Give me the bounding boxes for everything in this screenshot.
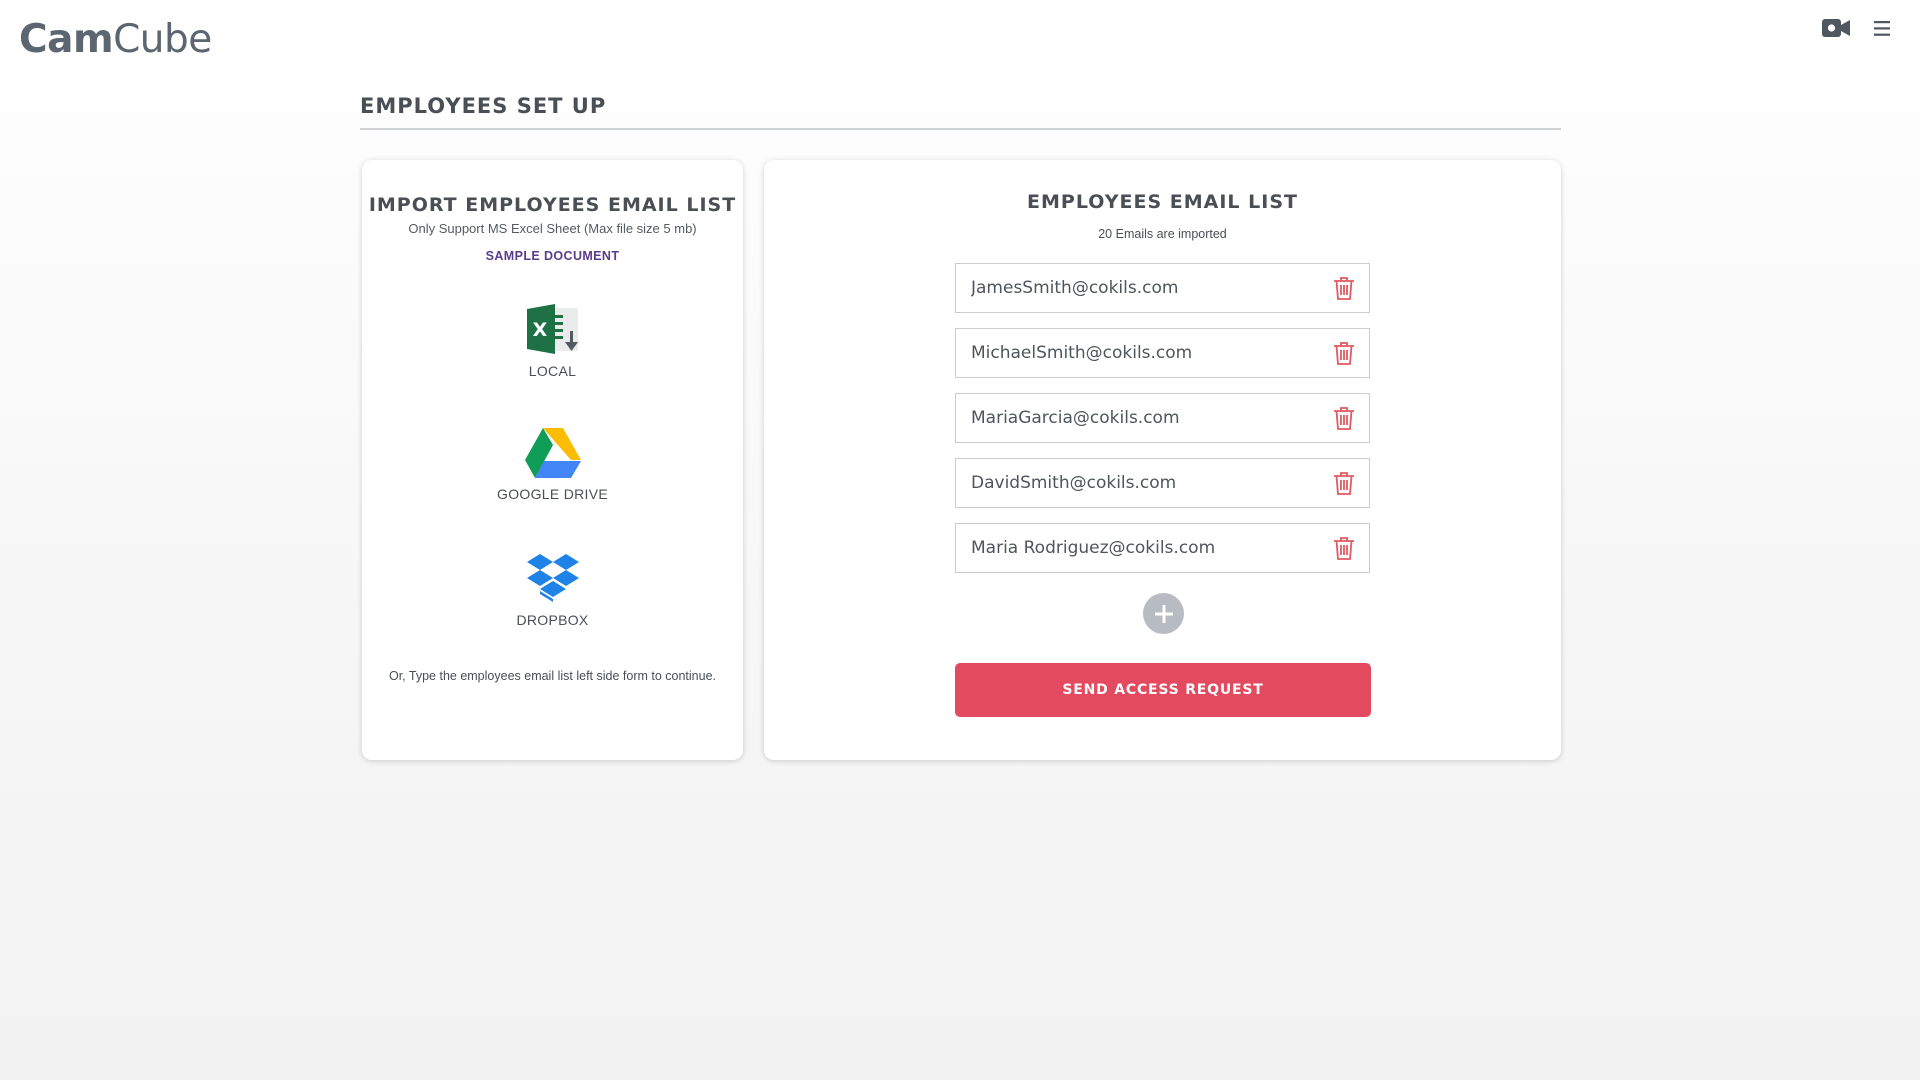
email-count-label: 20 Emails are imported [1098, 227, 1227, 241]
hamburger-menu-icon[interactable] [1874, 20, 1890, 36]
top-bar: CamCube [0, 0, 1920, 90]
google-drive-icon [524, 428, 581, 478]
email-row [955, 523, 1370, 573]
trash-icon[interactable] [1333, 406, 1355, 435]
trash-icon[interactable] [1333, 341, 1355, 370]
import-panel: IMPORT EMPLOYEES EMAIL LIST Only Support… [362, 160, 743, 760]
import-source-dropbox[interactable]: DROPBOX [362, 552, 743, 628]
email-row [955, 328, 1370, 378]
import-source-label: DROPBOX [516, 612, 589, 628]
add-email-button[interactable] [1143, 593, 1184, 634]
email-input[interactable] [956, 459, 1316, 507]
email-input[interactable] [956, 264, 1316, 312]
sample-document-link[interactable]: SAMPLE DOCUMENT [362, 249, 743, 263]
email-list-title: EMPLOYEES EMAIL LIST [1027, 191, 1298, 213]
title-divider [360, 128, 1561, 130]
plus-icon [1154, 604, 1173, 623]
email-list [955, 263, 1370, 588]
top-actions [1822, 18, 1890, 38]
logo-light-text: Cube [113, 17, 212, 62]
email-row [955, 393, 1370, 443]
trash-icon[interactable] [1333, 536, 1355, 565]
import-panel-footer: Or, Type the employees email list left s… [388, 669, 716, 683]
trash-icon[interactable] [1333, 471, 1355, 500]
import-panel-title: IMPORT EMPLOYEES EMAIL LIST [368, 194, 737, 216]
email-row [955, 263, 1370, 313]
send-access-request-button[interactable]: SEND ACCESS REQUEST [955, 663, 1371, 717]
email-row [955, 458, 1370, 508]
import-source-label: GOOGLE DRIVE [497, 486, 608, 502]
svg-text:X: X [532, 319, 547, 341]
import-source-google-drive[interactable]: GOOGLE DRIVE [362, 428, 743, 502]
email-input[interactable] [956, 329, 1316, 377]
import-source-label: LOCAL [528, 363, 577, 379]
import-source-local[interactable]: X LOCAL [362, 303, 743, 379]
email-input[interactable] [956, 524, 1316, 572]
dropbox-icon [526, 552, 579, 604]
page-title: EMPLOYEES SET UP [360, 94, 607, 118]
email-list-panel: EMPLOYEES EMAIL LIST 20 Emails are impor… [764, 160, 1561, 760]
excel-download-icon: X [525, 303, 581, 355]
app-logo[interactable]: CamCube [19, 17, 212, 62]
trash-icon[interactable] [1333, 276, 1355, 305]
email-input[interactable] [956, 394, 1316, 442]
video-camera-icon[interactable] [1822, 18, 1850, 38]
import-panel-subtitle: Only Support MS Excel Sheet (Max file si… [408, 221, 697, 236]
logo-bold-text: Cam [19, 17, 114, 62]
